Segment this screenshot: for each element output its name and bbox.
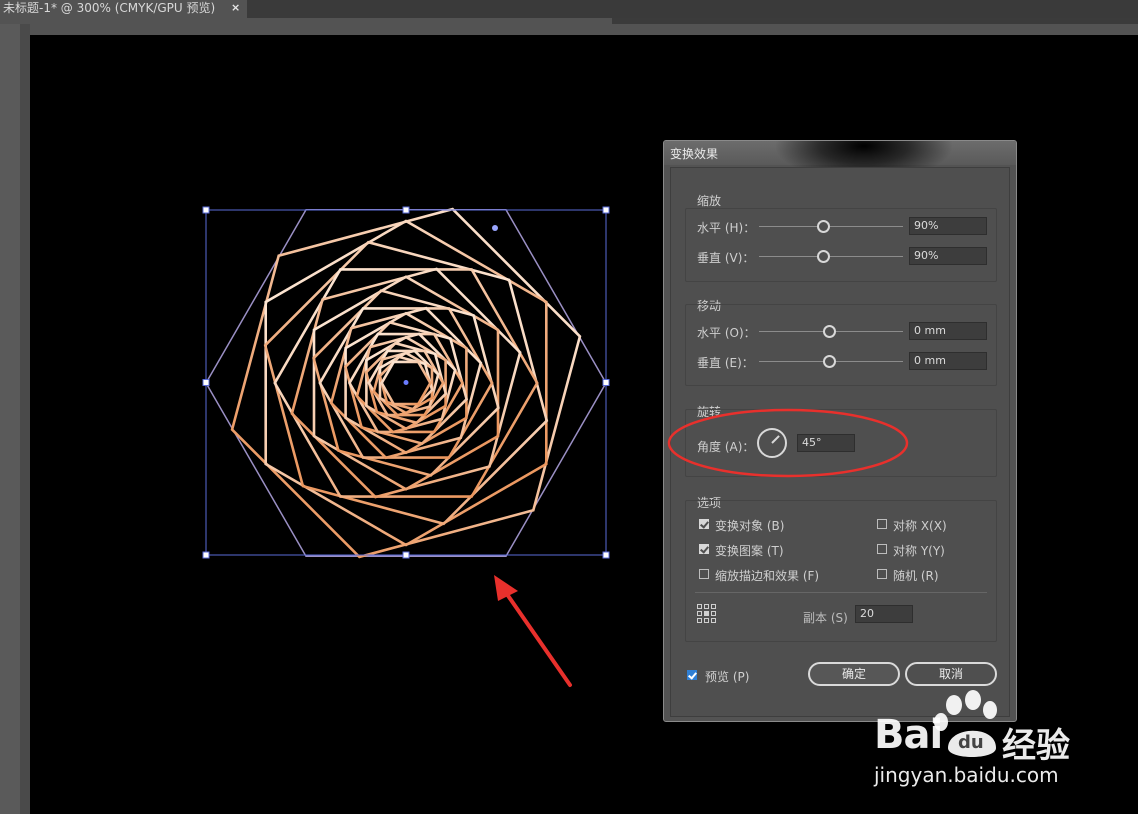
control-strip [612, 18, 1138, 24]
reflect-x-checkbox[interactable] [877, 519, 887, 529]
watermark-brand-left: Bai [874, 712, 943, 758]
scale-strokes-label: 缩放描边和效果 (F) [715, 569, 820, 583]
watermark-paw-text: du [958, 732, 984, 753]
reflect-y-label: 对称 Y(Y) [893, 544, 945, 558]
scale-vertical-slider-thumb[interactable] [817, 250, 830, 263]
baidu-watermark: Bai du 经验 jingyan.baidu.com [872, 688, 1077, 788]
document-tab[interactable]: 未标题-1* @ 300% (CMYK/GPU 预览) × [0, 0, 247, 18]
live-corner-widget[interactable] [492, 225, 498, 231]
center-point [403, 380, 409, 385]
dialog-titlebar[interactable]: 变换效果 [664, 141, 1016, 181]
reflect-y-checkbox[interactable] [877, 544, 887, 554]
selection-handle[interactable] [402, 206, 410, 214]
scale-horizontal-slider-thumb[interactable] [817, 220, 830, 233]
preview-checkbox[interactable] [687, 670, 697, 680]
reference-point-icon[interactable] [697, 604, 717, 624]
copies-input[interactable]: 20 [855, 605, 913, 623]
document-tab-title: 未标题-1* @ 300% (CMYK/GPU 预览) [3, 1, 216, 15]
move-horizontal-slider-thumb[interactable] [823, 325, 836, 338]
dialog-title: 变换效果 [670, 147, 719, 161]
scale-vertical-input[interactable]: 90% [909, 247, 987, 265]
copies-label: 副本 (S) [803, 611, 848, 625]
document-tab-bar: 未标题-1* @ 300% (CMYK/GPU 预览) × [0, 0, 1138, 18]
move-vertical-input[interactable]: 0 mm [909, 352, 987, 370]
selection-handle[interactable] [602, 551, 610, 559]
transform-objects-checkbox[interactable] [699, 519, 709, 529]
move-horizontal-label: 水平 (O)： [697, 326, 756, 340]
selection-handle[interactable] [402, 551, 410, 559]
red-arrow-annotation [494, 575, 572, 687]
canvas-gutter [20, 24, 30, 814]
scale-horizontal-input[interactable]: 90% [909, 217, 987, 235]
move-group [685, 304, 997, 386]
scale-vertical-label: 垂直 (V)： [697, 251, 755, 265]
close-tab-icon[interactable]: × [231, 0, 240, 16]
transform-objects-label: 变换对象 (B) [715, 519, 785, 533]
scale-horizontal-label: 水平 (H)： [697, 221, 756, 235]
selection-handle[interactable] [602, 206, 610, 214]
transform-patterns-label: 变换图案 (T) [715, 544, 784, 558]
preview-label: 预览 (P) [705, 670, 750, 684]
scale-vertical-track[interactable] [759, 256, 903, 257]
left-panel-edge [0, 24, 20, 814]
selection-handle[interactable] [202, 379, 210, 386]
scale-horizontal-track[interactable] [759, 226, 903, 227]
move-vertical-slider-thumb[interactable] [823, 355, 836, 368]
selection-handle[interactable] [602, 379, 610, 386]
move-vertical-label: 垂直 (E)： [697, 356, 754, 370]
red-ellipse-annotation [667, 408, 909, 478]
options-divider [695, 592, 987, 593]
reflect-x-label: 对称 X(X) [893, 519, 947, 533]
selection-handle[interactable] [202, 551, 210, 559]
red-ellipse-annotation-svg [667, 408, 909, 478]
arrow-head [494, 575, 518, 601]
watermark-url: jingyan.baidu.com [874, 763, 1059, 787]
arrow-shaft [500, 585, 572, 687]
random-label: 随机 (R) [893, 569, 939, 583]
random-checkbox[interactable] [877, 569, 887, 579]
scale-strokes-checkbox[interactable] [699, 569, 709, 579]
scale-group-title: 缩放 [697, 194, 722, 208]
selection-handle[interactable] [202, 206, 210, 214]
ok-button[interactable]: 确定 [808, 662, 900, 686]
move-horizontal-input[interactable]: 0 mm [909, 322, 987, 340]
watermark-brand-right: 经验 [1002, 726, 1070, 766]
selection-bounding-box[interactable] [202, 206, 610, 559]
cancel-button[interactable]: 取消 [905, 662, 997, 686]
transform-patterns-checkbox[interactable] [699, 544, 709, 554]
